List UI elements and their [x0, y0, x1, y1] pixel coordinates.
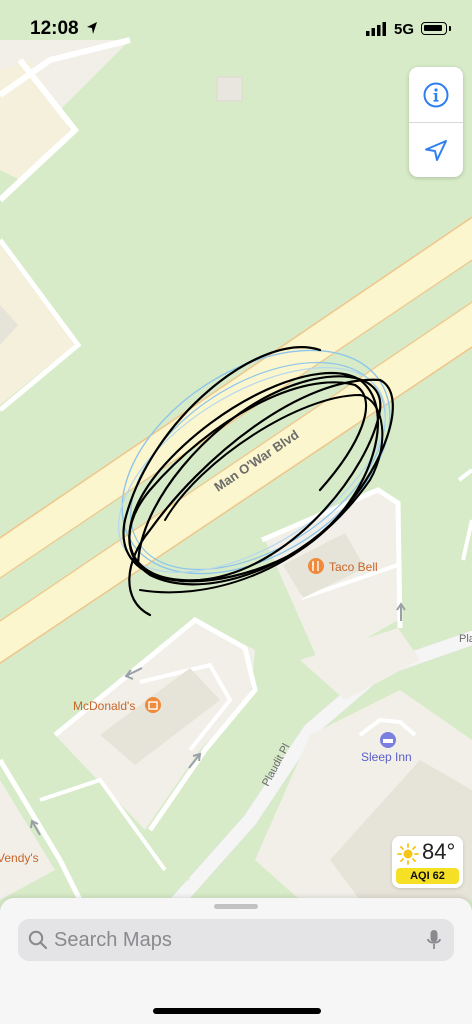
search-sheet[interactable]: Search Maps [0, 898, 472, 1024]
road-label-plaudit-cut: Pla [459, 633, 472, 645]
search-placeholder: Search Maps [54, 929, 172, 951]
battery-cap [449, 26, 451, 31]
poi-label-taco-bell[interactable]: Taco Bell [329, 560, 378, 574]
home-indicator[interactable] [153, 1008, 321, 1014]
status-time: 12:08 [30, 18, 79, 39]
battery-icon [421, 22, 447, 35]
status-bar: 12:08 5G [0, 0, 472, 60]
search-input[interactable]: Search Maps [18, 919, 454, 961]
aqi-badge: AQI 62 [396, 868, 459, 884]
info-icon [423, 82, 449, 107]
info-button[interactable] [409, 67, 463, 122]
lot-right-strip [405, 420, 472, 650]
sun-icon [397, 843, 419, 865]
taco-bell-marker-icon[interactable] [308, 558, 324, 574]
search-icon [28, 930, 48, 950]
map-controls [409, 67, 463, 177]
poi-label-wendys[interactable]: Vendy's [0, 851, 39, 865]
mcdonalds-marker-icon[interactable] [145, 697, 161, 713]
bed-icon [383, 739, 393, 743]
network-type: 5G [394, 21, 415, 38]
location-arrow-icon [425, 139, 447, 161]
location-services-icon [87, 22, 97, 34]
poi-label-mcdonalds[interactable]: McDonald's [73, 699, 135, 713]
sheet-grabber[interactable] [214, 904, 258, 909]
cell-signal-icon [366, 22, 386, 36]
microphone-icon[interactable] [426, 929, 442, 951]
poi-label-sleep-inn[interactable]: Sleep Inn [361, 750, 412, 764]
building-small [216, 76, 243, 102]
current-location-button[interactable] [409, 123, 463, 178]
weather-widget[interactable]: 84° AQI 62 [392, 836, 463, 888]
weather-temperature: 84° [422, 839, 456, 864]
